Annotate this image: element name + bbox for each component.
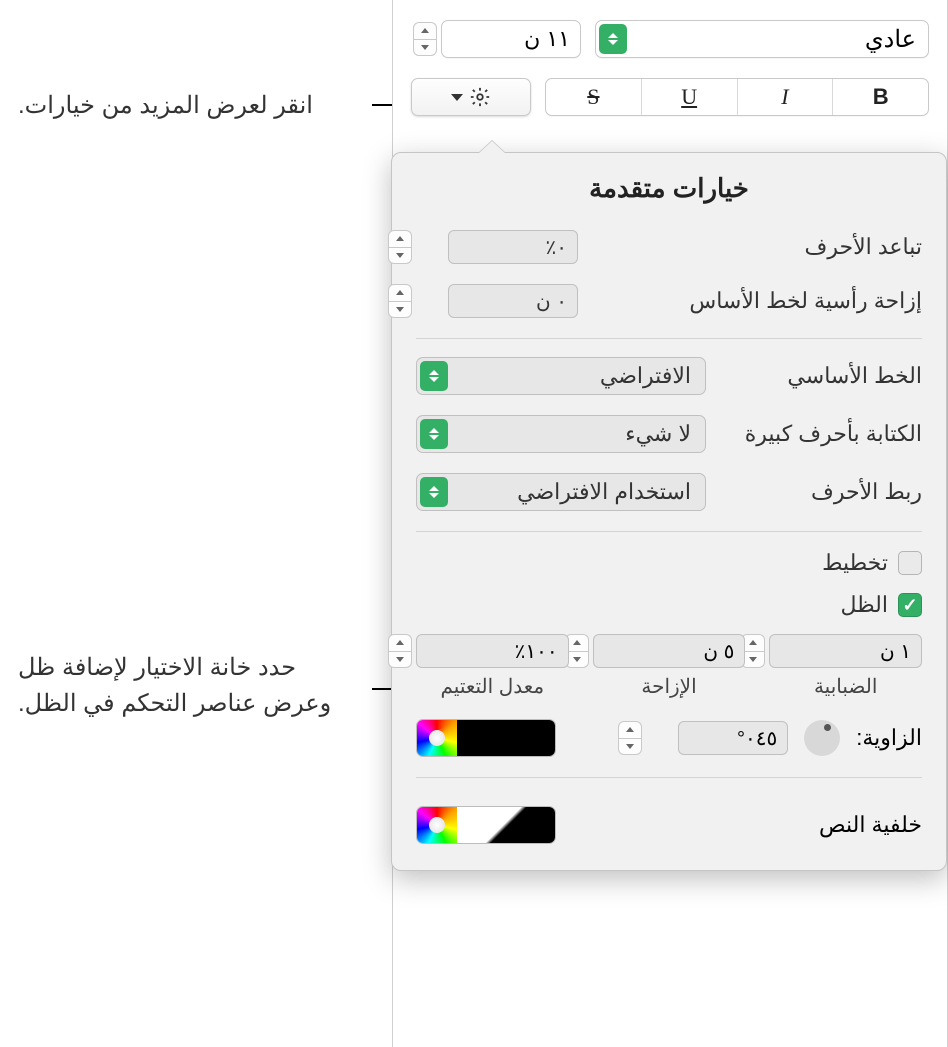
char-spacing-label: تباعد الأحرف [578, 234, 922, 260]
outline-label: تخطيط [822, 550, 888, 576]
popover-title: خيارات متقدمة [416, 173, 922, 204]
angle-label: الزاوية: [856, 725, 922, 751]
baseline-shift-stepper[interactable] [388, 284, 412, 318]
select-arrows-icon [420, 361, 448, 391]
select-arrows-icon [599, 24, 627, 54]
outline-checkbox[interactable] [898, 551, 922, 575]
baseline-label: الخط الأساسي [706, 363, 922, 389]
baseline-shift-field[interactable]: ٠ ن [448, 284, 578, 318]
font-size-value: ١١ ن [524, 26, 570, 52]
advanced-options-popover: خيارات متقدمة تباعد الأحرف ٠٪ إزاحة رأسي… [391, 152, 947, 871]
font-style-select[interactable]: عادي [595, 20, 929, 58]
italic-button[interactable]: I [737, 79, 833, 115]
gear-icon [469, 86, 491, 108]
angle-field[interactable]: ٠٤٥° [678, 721, 788, 755]
chevron-down-icon [451, 94, 463, 101]
caps-label: الكتابة بأحرف كبيرة [706, 421, 922, 447]
advanced-options-button[interactable] [411, 78, 531, 116]
char-spacing-stepper[interactable] [388, 230, 412, 264]
shadow-checkbox[interactable] [898, 593, 922, 617]
ligatures-label: ربط الأحرف [706, 479, 922, 505]
shadow-blur-field[interactable]: ١ ن [769, 634, 922, 668]
text-background-label: خلفية النص [819, 812, 922, 838]
shadow-opacity-stepper[interactable] [388, 634, 412, 668]
bold-button[interactable]: B [832, 79, 928, 115]
angle-stepper[interactable] [618, 721, 642, 755]
callout-shadow: حدد خانة الاختيار لإضافة ظل وعرض عناصر ا… [18, 650, 370, 722]
shadow-label: الظل [840, 592, 888, 618]
shadow-opacity-label: معدل التعتيم [416, 674, 569, 699]
char-spacing-field[interactable]: ٠٪ [448, 230, 578, 264]
baseline-shift-label: إزاحة رأسية لخط الأساس [578, 288, 922, 314]
color-picker-icon[interactable] [417, 720, 457, 756]
shadow-blur-label: الضبابية [769, 674, 922, 699]
format-panel: عادي ١١ ن B I U S خيارات [392, 0, 948, 1047]
font-size-field[interactable]: ١١ ن [441, 20, 581, 58]
angle-dial[interactable] [804, 720, 840, 756]
text-background-swatch[interactable] [416, 806, 556, 844]
shadow-offset-field[interactable]: ٥ ن [593, 634, 746, 668]
ligatures-select[interactable]: استخدام الافتراضي [416, 473, 706, 511]
shadow-color-swatch[interactable] [416, 719, 556, 757]
callout-gear: انقر لعرض المزيد من خيارات. [18, 88, 370, 124]
shadow-offset-label: الإزاحة [593, 674, 746, 699]
color-picker-icon[interactable] [417, 807, 457, 843]
shadow-opacity-field[interactable]: ١٠٠٪ [416, 634, 569, 668]
font-size-stepper[interactable] [413, 22, 437, 56]
select-arrows-icon [420, 477, 448, 507]
baseline-select[interactable]: الافتراضي [416, 357, 706, 395]
font-style-value: عادي [865, 25, 916, 54]
caps-select[interactable]: لا شيء [416, 415, 706, 453]
underline-button[interactable]: U [641, 79, 737, 115]
text-style-group: B I U S [545, 78, 929, 116]
strikethrough-button[interactable]: S [546, 79, 641, 115]
select-arrows-icon [420, 419, 448, 449]
